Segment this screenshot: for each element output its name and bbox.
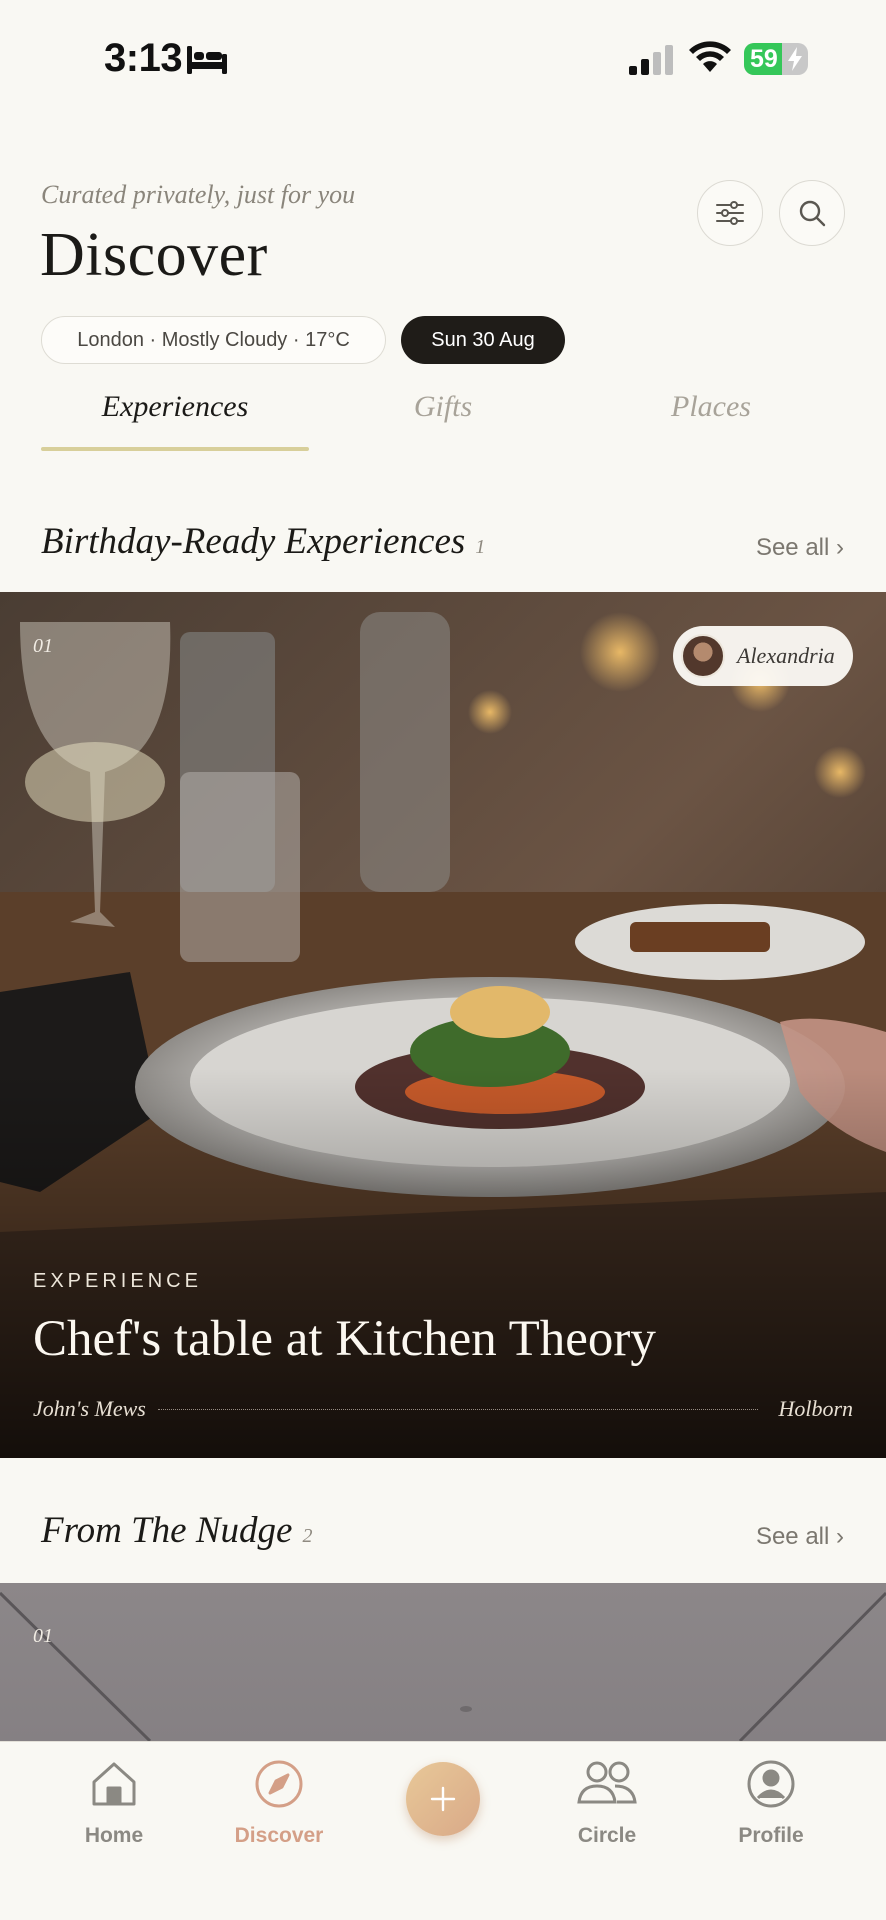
nav-circle[interactable]: Circle [532, 1756, 682, 1848]
sliders-icon [716, 201, 744, 225]
section-title-birthday: Birthday-Ready Experiences 1 [41, 520, 485, 563]
status-time: 3:13 [104, 36, 183, 80]
profile-icon [747, 1760, 795, 1808]
tab-places[interactable]: Places [577, 390, 845, 424]
category-tabs: Experiences Gifts Places [41, 390, 845, 454]
status-bar: 3:13 59 [0, 0, 886, 120]
section-count: 2 [302, 1525, 313, 1547]
search-icon [799, 200, 826, 227]
section-count: 1 [475, 536, 486, 558]
battery-percent: 59 [750, 45, 778, 73]
nav-label: Discover [234, 1824, 324, 1847]
card-index: 01 [33, 1625, 53, 1647]
add-button[interactable] [406, 1762, 480, 1836]
host-name: Alexandria [737, 643, 835, 668]
wifi-icon [689, 41, 731, 72]
avatar [681, 634, 725, 678]
nav-profile[interactable]: Profile [696, 1756, 846, 1848]
home-icon [92, 1762, 136, 1806]
card-index: 01 [33, 635, 53, 657]
tab-experiences[interactable]: Experiences [41, 390, 309, 424]
card-kicker: EXPERIENCE [33, 1270, 202, 1292]
see-all-birthday-link[interactable]: See all › [756, 534, 844, 562]
tab-gifts[interactable]: Gifts [309, 390, 577, 424]
page-subtitle: Curated privately, just for you [41, 180, 356, 209]
card-location-street: John's Mews [33, 1396, 146, 1421]
nav-label: Home [84, 1824, 144, 1847]
filter-button[interactable] [697, 180, 763, 246]
section-title-text: From The Nudge [41, 1510, 293, 1551]
section-title-nudge: From The Nudge 2 [41, 1509, 312, 1552]
compass-icon [255, 1760, 303, 1808]
date-chip[interactable]: Sun 30 Aug [401, 316, 565, 364]
see-all-nudge-link[interactable]: See all › [756, 1523, 844, 1551]
nudge-photo [0, 1591, 886, 1741]
search-button[interactable] [779, 180, 845, 246]
nav-discover[interactable]: Discover [204, 1756, 354, 1848]
charging-bolt-icon [788, 47, 802, 71]
nudge-card[interactable] [0, 1583, 886, 1741]
section-title-text: Birthday-Ready Experiences [41, 521, 466, 562]
dotted-divider [158, 1409, 758, 1410]
bed-icon [187, 46, 227, 74]
nav-label: Profile [738, 1824, 804, 1847]
battery-icon: 59 [744, 43, 808, 75]
weather-chip[interactable]: London · Mostly Cloudy · 17°C [41, 316, 386, 364]
people-icon [577, 1761, 637, 1804]
plus-icon [430, 1786, 456, 1812]
page-title: Discover [40, 221, 268, 289]
nav-label: Circle [577, 1824, 637, 1847]
nav-home[interactable]: Home [39, 1756, 189, 1848]
host-pill[interactable]: Alexandria [673, 626, 853, 686]
card-location-area: Holborn [778, 1396, 853, 1421]
card-title: Chef's table at Kitchen Theory [33, 1311, 656, 1367]
active-tab-indicator [41, 447, 309, 451]
cellular-signal-icon [629, 45, 673, 75]
